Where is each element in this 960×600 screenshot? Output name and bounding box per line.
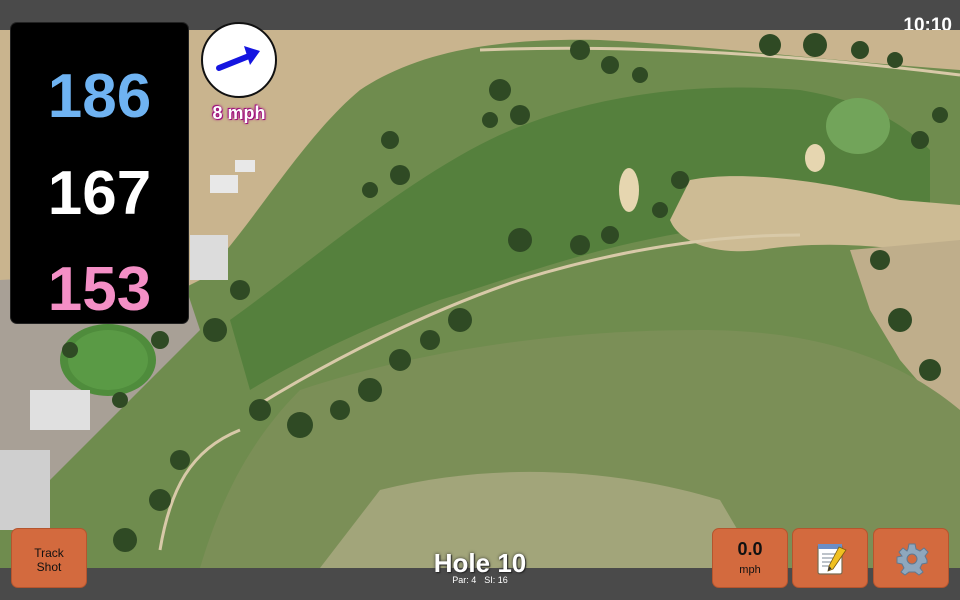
- arrow-right-icon: [216, 46, 260, 71]
- speed-value: 0.0: [737, 539, 763, 559]
- stroke-index-label: SI: 16: [484, 575, 508, 585]
- distance-panel: 186 167 153: [11, 23, 188, 323]
- notepad-icon: [817, 544, 847, 575]
- wind-indicator[interactable]: [201, 22, 277, 98]
- speed-button[interactable]: 0.0 mph: [712, 528, 788, 588]
- gear-icon: [896, 543, 929, 576]
- wind-speed-label: 8 mph: [212, 103, 266, 123]
- hole-title: Hole 10: [433, 548, 527, 578]
- track-shot-label-line2: Shot: [36, 560, 62, 574]
- par-label: Par: 4: [452, 575, 477, 585]
- hole-subtitle: Par: 4 SI: 16: [380, 575, 580, 586]
- track-shot-label-line1: Track: [34, 546, 64, 560]
- track-shot-button[interactable]: Track Shot: [11, 528, 87, 588]
- middle-distance: 167: [47, 159, 152, 228]
- hole-info: Hole 10 Par: 4 SI: 16: [380, 549, 580, 586]
- back-distance: 186: [47, 62, 152, 131]
- notes-button[interactable]: [792, 528, 868, 588]
- front-distance: 153: [47, 255, 152, 324]
- speed-unit: mph: [739, 564, 761, 576]
- settings-button[interactable]: [873, 528, 949, 588]
